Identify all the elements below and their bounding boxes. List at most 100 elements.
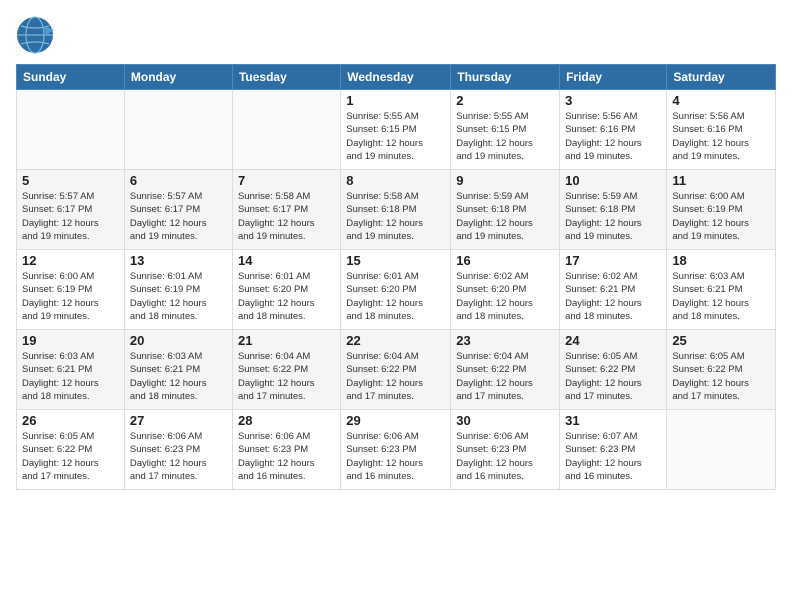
day-number: 20 (130, 333, 227, 348)
calendar-cell (232, 90, 340, 170)
weekday-header-saturday: Saturday (667, 65, 776, 90)
weekday-header-tuesday: Tuesday (232, 65, 340, 90)
day-number: 11 (672, 173, 770, 188)
day-info: Sunrise: 5:59 AM Sunset: 6:18 PM Dayligh… (456, 190, 554, 243)
day-info: Sunrise: 6:04 AM Sunset: 6:22 PM Dayligh… (346, 350, 445, 403)
day-info: Sunrise: 6:01 AM Sunset: 6:20 PM Dayligh… (238, 270, 335, 323)
day-info: Sunrise: 6:05 AM Sunset: 6:22 PM Dayligh… (22, 430, 119, 483)
day-number: 21 (238, 333, 335, 348)
calendar-cell: 4 Sunrise: 5:56 AM Sunset: 6:16 PM Daylig… (667, 90, 776, 170)
day-number: 14 (238, 253, 335, 268)
day-info: Sunrise: 6:06 AM Sunset: 6:23 PM Dayligh… (456, 430, 554, 483)
day-number: 9 (456, 173, 554, 188)
day-info: Sunrise: 5:59 AM Sunset: 6:18 PM Dayligh… (565, 190, 661, 243)
calendar-cell: 14 Sunrise: 6:01 AM Sunset: 6:20 PM Dayli… (232, 250, 340, 330)
calendar-cell (667, 410, 776, 490)
calendar-cell: 31Sunrise: 6:07 AM Sunset: 6:23 PM Dayli… (560, 410, 667, 490)
day-info: Sunrise: 6:04 AM Sunset: 6:22 PM Dayligh… (238, 350, 335, 403)
day-number: 31 (565, 413, 661, 428)
calendar-cell: 30 Sunrise: 6:06 AM Sunset: 6:23 PM Dayli… (451, 410, 560, 490)
day-number: 26 (22, 413, 119, 428)
day-number: 24 (565, 333, 661, 348)
calendar-cell: 18Sunrise: 6:03 AM Sunset: 6:21 PM Dayli… (667, 250, 776, 330)
calendar-cell: 20 Sunrise: 6:03 AM Sunset: 6:21 PM Dayli… (124, 330, 232, 410)
page: SundayMondayTuesdayWednesdayThursdayFrid… (0, 0, 792, 612)
calendar-cell: 7 Sunrise: 5:58 AM Sunset: 6:17 PM Daylig… (232, 170, 340, 250)
calendar-cell: 26 Sunrise: 6:05 AM Sunset: 6:22 PM Dayli… (17, 410, 125, 490)
day-number: 17 (565, 253, 661, 268)
day-number: 6 (130, 173, 227, 188)
day-number: 7 (238, 173, 335, 188)
calendar-cell: 19 Sunrise: 6:03 AM Sunset: 6:21 PM Dayli… (17, 330, 125, 410)
calendar-cell (124, 90, 232, 170)
day-info: Sunrise: 5:55 AM Sunset: 6:15 PM Dayligh… (346, 110, 445, 163)
calendar-cell: 21 Sunrise: 6:04 AM Sunset: 6:22 PM Dayli… (232, 330, 340, 410)
globe-icon (16, 16, 54, 54)
day-info: Sunrise: 6:03 AM Sunset: 6:21 PM Dayligh… (22, 350, 119, 403)
weekday-header-thursday: Thursday (451, 65, 560, 90)
calendar-cell: 8Sunrise: 5:58 AM Sunset: 6:18 PM Daylig… (341, 170, 451, 250)
calendar-cell: 5Sunrise: 5:57 AM Sunset: 6:17 PM Daylig… (17, 170, 125, 250)
calendar-cell: 22 Sunrise: 6:04 AM Sunset: 6:22 PM Dayli… (341, 330, 451, 410)
day-info: Sunrise: 6:00 AM Sunset: 6:19 PM Dayligh… (672, 190, 770, 243)
day-number: 19 (22, 333, 119, 348)
day-info: Sunrise: 6:03 AM Sunset: 6:21 PM Dayligh… (130, 350, 227, 403)
weekday-header-wednesday: Wednesday (341, 65, 451, 90)
calendar-cell: 27 Sunrise: 6:06 AM Sunset: 6:23 PM Dayli… (124, 410, 232, 490)
day-info: Sunrise: 6:02 AM Sunset: 6:21 PM Dayligh… (565, 270, 661, 323)
calendar-cell: 12Sunrise: 6:00 AM Sunset: 6:19 PM Dayli… (17, 250, 125, 330)
calendar-table: SundayMondayTuesdayWednesdayThursdayFrid… (16, 64, 776, 490)
day-number: 13 (130, 253, 227, 268)
day-info: Sunrise: 6:06 AM Sunset: 6:23 PM Dayligh… (346, 430, 445, 483)
day-info: Sunrise: 6:06 AM Sunset: 6:23 PM Dayligh… (238, 430, 335, 483)
calendar-week-1: 5Sunrise: 5:57 AM Sunset: 6:17 PM Daylig… (17, 170, 776, 250)
day-number: 28 (238, 413, 335, 428)
day-info: Sunrise: 5:58 AM Sunset: 6:17 PM Dayligh… (238, 190, 335, 243)
day-info: Sunrise: 6:05 AM Sunset: 6:22 PM Dayligh… (565, 350, 661, 403)
calendar-cell: 23 Sunrise: 6:04 AM Sunset: 6:22 PM Dayli… (451, 330, 560, 410)
day-info: Sunrise: 5:56 AM Sunset: 6:16 PM Dayligh… (672, 110, 770, 163)
calendar-cell: 9 Sunrise: 5:59 AM Sunset: 6:18 PM Daylig… (451, 170, 560, 250)
calendar-cell: 13 Sunrise: 6:01 AM Sunset: 6:19 PM Dayli… (124, 250, 232, 330)
day-info: Sunrise: 6:04 AM Sunset: 6:22 PM Dayligh… (456, 350, 554, 403)
day-number: 25 (672, 333, 770, 348)
day-info: Sunrise: 6:05 AM Sunset: 6:22 PM Dayligh… (672, 350, 770, 403)
day-number: 15 (346, 253, 445, 268)
calendar-week-4: 26 Sunrise: 6:05 AM Sunset: 6:22 PM Dayli… (17, 410, 776, 490)
calendar-cell: 3 Sunrise: 5:56 AM Sunset: 6:16 PM Daylig… (560, 90, 667, 170)
calendar-week-0: 1 Sunrise: 5:55 AM Sunset: 6:15 PM Daylig… (17, 90, 776, 170)
calendar-cell: 25 Sunrise: 6:05 AM Sunset: 6:22 PM Dayli… (667, 330, 776, 410)
day-info: Sunrise: 5:56 AM Sunset: 6:16 PM Dayligh… (565, 110, 661, 163)
calendar-cell: 2 Sunrise: 5:55 AM Sunset: 6:15 PM Daylig… (451, 90, 560, 170)
weekday-header-monday: Monday (124, 65, 232, 90)
calendar-cell: 1 Sunrise: 5:55 AM Sunset: 6:15 PM Daylig… (341, 90, 451, 170)
weekday-header-friday: Friday (560, 65, 667, 90)
day-number: 1 (346, 93, 445, 108)
calendar-cell: 16Sunrise: 6:02 AM Sunset: 6:20 PM Dayli… (451, 250, 560, 330)
day-number: 29 (346, 413, 445, 428)
day-number: 5 (22, 173, 119, 188)
day-info: Sunrise: 6:02 AM Sunset: 6:20 PM Dayligh… (456, 270, 554, 323)
calendar-cell (17, 90, 125, 170)
calendar-cell: 15 Sunrise: 6:01 AM Sunset: 6:20 PM Dayli… (341, 250, 451, 330)
day-number: 2 (456, 93, 554, 108)
day-number: 23 (456, 333, 554, 348)
weekday-header-row: SundayMondayTuesdayWednesdayThursdayFrid… (17, 65, 776, 90)
calendar-week-3: 19 Sunrise: 6:03 AM Sunset: 6:21 PM Dayli… (17, 330, 776, 410)
day-info: Sunrise: 6:01 AM Sunset: 6:20 PM Dayligh… (346, 270, 445, 323)
day-number: 27 (130, 413, 227, 428)
day-info: Sunrise: 5:55 AM Sunset: 6:15 PM Dayligh… (456, 110, 554, 163)
calendar-cell: 6Sunrise: 5:57 AM Sunset: 6:17 PM Daylig… (124, 170, 232, 250)
calendar-cell: 10 Sunrise: 5:59 AM Sunset: 6:18 PM Dayli… (560, 170, 667, 250)
calendar-cell: 29 Sunrise: 6:06 AM Sunset: 6:23 PM Dayli… (341, 410, 451, 490)
day-number: 22 (346, 333, 445, 348)
day-number: 3 (565, 93, 661, 108)
day-number: 4 (672, 93, 770, 108)
day-number: 18 (672, 253, 770, 268)
day-info: Sunrise: 6:01 AM Sunset: 6:19 PM Dayligh… (130, 270, 227, 323)
day-number: 10 (565, 173, 661, 188)
day-number: 30 (456, 413, 554, 428)
calendar-cell: 11 Sunrise: 6:00 AM Sunset: 6:19 PM Dayli… (667, 170, 776, 250)
day-info: Sunrise: 6:06 AM Sunset: 6:23 PM Dayligh… (130, 430, 227, 483)
calendar-cell: 17 Sunrise: 6:02 AM Sunset: 6:21 PM Dayli… (560, 250, 667, 330)
